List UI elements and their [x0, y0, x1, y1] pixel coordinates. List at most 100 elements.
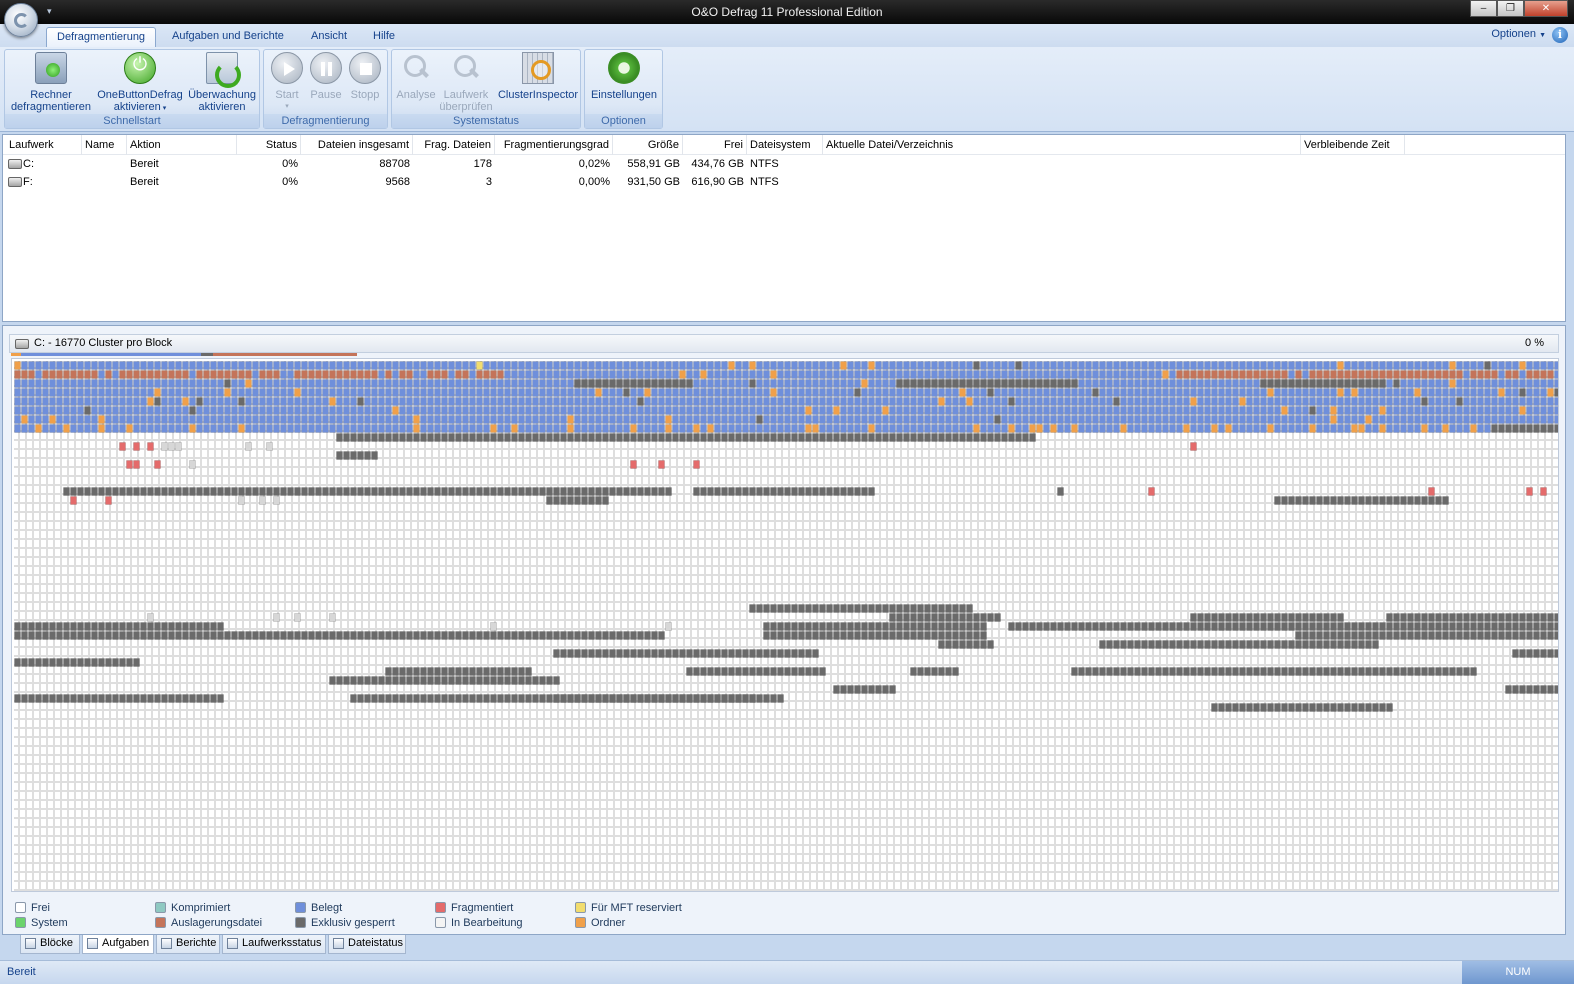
cell-frei: 616,90 GB — [691, 176, 744, 188]
help-icon[interactable]: i — [1552, 27, 1568, 43]
cell-laufwerk: C: — [23, 158, 34, 170]
legend: Frei System Komprimiert Auslagerungsdate… — [11, 898, 811, 930]
swatch-inbearbeitung — [435, 917, 446, 928]
tab-dateistatus[interactable]: Dateistatus — [328, 935, 406, 954]
column-fragmentierungsgrad[interactable]: Fragmentierungsgrad — [495, 135, 613, 155]
ueberwachung-button[interactable]: Überwachung aktivieren — [185, 52, 259, 113]
column-dateisystem[interactable]: Dateisystem — [747, 135, 823, 155]
cell-name — [82, 173, 88, 191]
legend-label-belegt: Belegt — [311, 902, 343, 914]
swatch-frei — [15, 902, 26, 913]
column-frag-dateien[interactable]: Frag. Dateien — [413, 135, 495, 155]
pause-icon — [310, 52, 342, 84]
tab-defragmentierung[interactable]: Defragmentierung — [46, 27, 157, 47]
legend-label-system: System — [31, 917, 68, 929]
cell-frag: 3 — [485, 176, 492, 188]
maximize-button[interactable]: ❐ — [1497, 0, 1524, 17]
laufwerk-label-2: überprüfen — [439, 101, 493, 113]
blocks-icon — [25, 938, 36, 949]
cluster-block-map[interactable] — [11, 358, 1559, 892]
column-frei[interactable]: Frei — [683, 135, 747, 155]
column-laufwerk[interactable]: Laufwerk — [6, 135, 82, 155]
tab-hilfe[interactable]: Hilfe — [363, 27, 405, 47]
rechner-label-1: Rechner — [30, 89, 72, 101]
column-aktion[interactable]: Aktion — [127, 135, 237, 155]
column-groesse[interactable]: Größe — [613, 135, 683, 155]
quick-access-dropdown-icon[interactable]: ▾ — [47, 6, 52, 17]
swatch-system — [15, 917, 26, 928]
legend-item-komprimiert: Komprimiert — [155, 901, 230, 915]
cluster-inspector-icon — [522, 52, 554, 84]
tab-berichte[interactable]: Berichte — [156, 935, 220, 954]
legend-label-komprimiert: Komprimiert — [171, 902, 231, 914]
legend-label-frei: Frei — [31, 902, 50, 914]
swatch-mft — [575, 902, 586, 913]
tab-label-laufwerksstatus: Laufwerksstatus — [242, 937, 322, 949]
close-button[interactable]: ✕ — [1524, 0, 1568, 17]
optionen-menu[interactable]: Optionen ▼ — [1491, 28, 1546, 40]
clusterinspector-button[interactable]: ClusterInspector — [496, 52, 580, 101]
pause-button[interactable]: Pause — [307, 52, 345, 101]
column-verbleibende-zeit[interactable]: Verbleibende Zeit — [1301, 135, 1405, 155]
cell-status: 0% — [282, 158, 298, 170]
rechner-defragmentieren-button[interactable]: Rechner defragmentieren — [7, 52, 95, 113]
cell-frei: 434,76 GB — [691, 158, 744, 170]
laufwerk-ueberpruefen-button[interactable]: Laufwerk überprüfen — [438, 52, 494, 113]
legend-item-auslagerung: Auslagerungsdatei — [155, 916, 262, 930]
tab-label-berichte: Berichte — [176, 937, 217, 949]
report-icon — [161, 938, 172, 949]
group-schnellstart: Rechner defragmentieren OneButtonDefrag … — [4, 49, 260, 129]
einstellungen-button[interactable]: Einstellungen — [587, 52, 661, 101]
ribbon: Rechner defragmentieren OneButtonDefrag … — [0, 47, 1574, 132]
clusterinspector-label: ClusterInspector — [497, 89, 579, 101]
swatch-fragmentiert — [435, 902, 446, 913]
legend-label-inbearbeitung: In Bearbeitung — [451, 917, 523, 929]
hard-drive-icon — [15, 339, 29, 349]
column-dateien-insgesamt[interactable]: Dateien insgesamt — [301, 135, 413, 155]
chevron-down-icon: ▾ — [285, 103, 289, 110]
swatch-komprimiert — [155, 902, 166, 913]
rechner-label-2: defragmentieren — [10, 101, 92, 113]
application-menu-button[interactable] — [4, 3, 38, 37]
column-status[interactable]: Status — [237, 135, 301, 155]
num-lock-indicator: NUM — [1462, 961, 1574, 984]
status-text: Bereit — [7, 966, 36, 978]
group-label-optionen: Optionen — [585, 114, 662, 128]
legend-item-exklusiv: Exklusiv gesperrt — [295, 916, 395, 930]
einstellungen-label: Einstellungen — [590, 89, 658, 101]
swatch-ordner — [575, 917, 586, 928]
cell-aktion: Bereit — [130, 158, 159, 170]
tab-aufgaben[interactable]: Aufgaben — [82, 935, 154, 954]
cluster-map-panel: C: - 16770 Cluster pro Block 0 % Frei Sy… — [2, 325, 1566, 935]
tab-laufwerksstatus[interactable]: Laufwerksstatus — [222, 935, 326, 954]
stopp-button[interactable]: Stopp — [346, 52, 384, 101]
drive-row[interactable]: F: Bereit 0% 9568 3 0,00% 931,50 GB 616,… — [3, 173, 1565, 191]
onebutton-label-2: aktivieren — [113, 101, 161, 113]
legend-item-mft: Für MFT reserviert — [575, 901, 682, 915]
cell-frag: 178 — [473, 158, 492, 170]
drive-list: Laufwerk Name Aktion Status Dateien insg… — [2, 134, 1566, 322]
usage-segment-auslagerung — [213, 353, 357, 356]
cell-name — [82, 155, 88, 173]
swatch-exklusiv — [295, 917, 306, 928]
start-button[interactable]: Start ▾ — [268, 52, 306, 113]
analyse-button[interactable]: Analyse — [394, 52, 438, 101]
tab-ansicht[interactable]: Ansicht — [301, 27, 357, 47]
cluster-map-percent: 0 % — [1525, 337, 1544, 349]
drive-status-icon — [227, 938, 238, 949]
tab-aufgaben-und-berichte[interactable]: Aufgaben und Berichte — [162, 27, 294, 47]
cell-groesse: 931,50 GB — [627, 176, 680, 188]
cell-verbleibend — [1301, 155, 1307, 173]
legend-label-auslagerung: Auslagerungsdatei — [171, 917, 263, 929]
group-label-schnellstart: Schnellstart — [5, 114, 259, 128]
drive-row[interactable]: C: Bereit 0% 88708 178 0,02% 558,91 GB 4… — [3, 155, 1565, 173]
legend-item-fragmentiert: Fragmentiert — [435, 901, 513, 915]
analyse-label: Analyse — [396, 89, 436, 101]
column-aktuelle-datei[interactable]: Aktuelle Datei/Verzeichnis — [823, 135, 1301, 155]
onebuttondefrag-button[interactable]: OneButtonDefrag aktivieren ▾ — [95, 52, 185, 115]
group-label-systemstatus: Systemstatus — [392, 114, 580, 128]
column-name[interactable]: Name — [82, 135, 127, 155]
tab-bloecke[interactable]: Blöcke — [20, 935, 80, 954]
play-icon — [271, 52, 303, 84]
minimize-button[interactable]: – — [1470, 0, 1497, 17]
